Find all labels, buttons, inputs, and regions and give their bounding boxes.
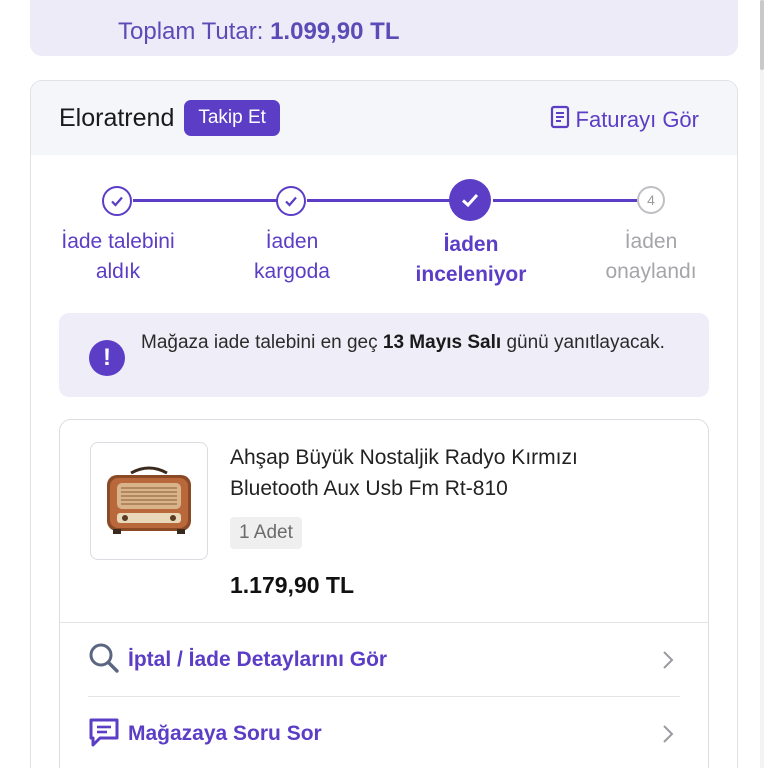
return-details-label: İptal / İade Detaylarını Gör: [128, 648, 388, 671]
view-invoice-label: Faturayı Gör: [575, 107, 699, 132]
divider: [88, 696, 680, 697]
step-4-number: 4: [637, 186, 665, 214]
store-header: Eloratrend Takip Et Faturayı Gör: [31, 81, 737, 155]
step-3-check-icon: [449, 179, 491, 221]
progress-segment-3: [493, 199, 637, 202]
step-2-check-icon: [276, 186, 306, 216]
view-invoice-link[interactable]: Faturayı Gör: [550, 105, 699, 135]
return-details-row[interactable]: İptal / İade Detaylarını Gör: [88, 624, 682, 696]
follow-button[interactable]: Takip Et: [184, 100, 280, 136]
chevron-right-icon: [662, 724, 674, 749]
step-2-label: İaden kargoda: [254, 230, 330, 283]
search-icon: [88, 642, 120, 679]
return-deadline-notice: ! Mağaza iade talebini en geç 13 Mayıs S…: [59, 313, 709, 397]
step-1-label: İade talebini aldık: [61, 230, 175, 283]
product-card: Ahşap Büyük Nostaljik Radyo Kırmızı Blue…: [59, 419, 709, 768]
progress-segment-1: [133, 199, 291, 202]
store-card: Eloratrend Takip Et Faturayı Gör 4 İade …: [30, 80, 738, 768]
product-title[interactable]: Ahşap Büyük Nostaljik Radyo Kırmızı Blue…: [230, 442, 670, 504]
product-image[interactable]: [90, 442, 208, 560]
order-total-value: 1.099,90 TL: [270, 18, 400, 45]
order-total-label: Toplam Tutar:: [118, 18, 264, 45]
chat-bubble-icon: [88, 716, 120, 753]
order-summary-card: Toplam Tutar: 1.099,90 TL: [30, 0, 738, 56]
store-name[interactable]: Eloratrend: [59, 104, 174, 133]
progress-segment-2: [307, 199, 451, 202]
step-1-check-icon: [102, 186, 132, 216]
chevron-right-icon: [662, 650, 674, 675]
radio-image: [107, 466, 191, 534]
divider: [60, 622, 708, 623]
notice-text: Mağaza iade talebini en geç 13 Mayıs Sal…: [141, 332, 665, 353]
step-4-label: İaden onaylandı: [605, 230, 697, 283]
step-3-label: İaden inceleniyor: [415, 233, 527, 286]
quantity-badge: 1 Adet: [230, 517, 302, 549]
ask-store-label: Mağazaya Soru Sor: [128, 722, 322, 745]
invoice-icon: [550, 105, 576, 135]
exclamation-icon: !: [89, 340, 125, 376]
order-total: Toplam Tutar: 1.099,90 TL: [118, 18, 400, 46]
return-progress-tracker: 4 İade talebini aldık İaden kargoda İade…: [31, 175, 737, 295]
deadline-date: 13 Mayıs Salı: [382, 332, 502, 353]
order-detail-page: Toplam Tutar: 1.099,90 TL Eloratrend Tak…: [0, 0, 768, 768]
ask-store-row[interactable]: Mağazaya Soru Sor: [88, 698, 682, 768]
product-price: 1.179,90 TL: [230, 572, 355, 598]
scrollbar-thumb[interactable]: [760, 0, 764, 70]
scrollbar-track[interactable]: [760, 0, 764, 768]
